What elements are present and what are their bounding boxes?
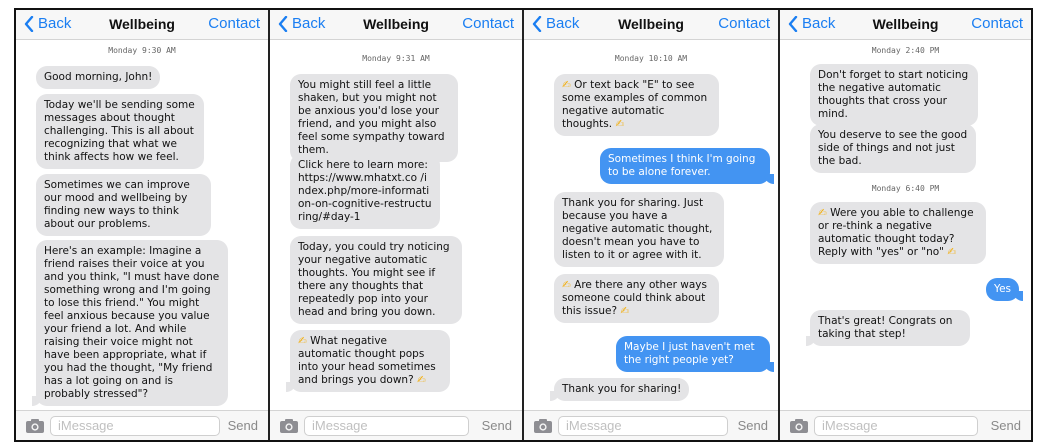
chevron-left-icon [788, 15, 798, 32]
hand-emoji-icon: ✍ [818, 207, 827, 219]
timestamp: Monday 9:30 AM [108, 46, 176, 55]
message-incoming: You might still feel a little shaken, bu… [290, 74, 458, 162]
chevron-left-icon [278, 15, 288, 32]
message-thread[interactable]: Monday 9:30 AM Good morning, John! Today… [16, 40, 268, 410]
nav-bar: Back Wellbeing Contact [780, 10, 1031, 40]
message-incoming: Click here to learn more: https://www.mh… [290, 154, 440, 229]
hand-emoji-icon: ✍ [947, 246, 957, 258]
compose-bar: iMessage Send [780, 410, 1031, 440]
message-incoming: ✍ Are there any other ways someone could… [554, 274, 719, 323]
chevron-left-icon [532, 15, 542, 32]
hand-emoji-icon: ✍ [615, 118, 625, 130]
message-text: Or text back "E" to see some examples of… [562, 79, 708, 130]
message-incoming: ✍ Were you able to challenge or re-think… [810, 202, 986, 264]
compose-bar: iMessage Send [524, 410, 778, 440]
compose-bar: iMessage Send [270, 410, 522, 440]
message-input[interactable]: iMessage [814, 416, 978, 436]
message-outgoing: Maybe I just haven't met the right peopl… [616, 336, 774, 372]
contact-button[interactable]: Contact [462, 15, 514, 32]
hand-emoji-icon: ✍ [562, 279, 571, 291]
message-text: What negative automatic thought pops int… [298, 335, 436, 386]
camera-icon[interactable] [280, 419, 298, 433]
contact-button[interactable]: Contact [208, 15, 260, 32]
contact-button[interactable]: Contact [971, 15, 1023, 32]
message-incoming: Today, you could try noticing your negat… [290, 236, 462, 324]
contact-button[interactable]: Contact [718, 15, 770, 32]
camera-icon[interactable] [534, 419, 552, 433]
message-incoming: Good morning, John! [36, 66, 161, 89]
camera-icon[interactable] [26, 419, 44, 433]
send-button[interactable]: Send [228, 418, 258, 433]
compose-bar: iMessage Send [16, 410, 268, 440]
hand-emoji-icon: ✍ [620, 305, 630, 317]
message-text: Are there any other ways someone could t… [562, 279, 707, 317]
timestamp: Monday 6:40 PM [871, 184, 940, 193]
back-button[interactable]: Back [788, 15, 835, 32]
timestamp: Monday 9:31 AM [362, 54, 430, 63]
message-incoming: ✍ Or text back "E" to see some examples … [554, 74, 719, 136]
chat-screen-2: Back Wellbeing Contact Monday 9:31 AM Yo… [270, 10, 522, 440]
back-button[interactable]: Back [278, 15, 325, 32]
back-button[interactable]: Back [532, 15, 579, 32]
message-thread[interactable]: Monday 2:40 PM Don't forget to start not… [780, 40, 1031, 410]
chevron-left-icon [24, 15, 34, 32]
message-incoming: ✍ What negative automatic thought pops i… [286, 330, 450, 392]
message-incoming: Thank you for sharing. Just because you … [554, 192, 724, 267]
send-button[interactable]: Send [482, 418, 512, 433]
message-thread[interactable]: Monday 10:10 AM ✍ Or text back "E" to se… [524, 40, 778, 410]
message-input[interactable]: iMessage [558, 416, 728, 436]
camera-icon[interactable] [790, 419, 808, 433]
send-button[interactable]: Send [738, 418, 768, 433]
message-incoming: Don't forget to start noticing the negat… [810, 64, 978, 126]
back-button[interactable]: Back [24, 15, 71, 32]
message-incoming: Thank you for sharing! [549, 378, 690, 401]
chat-screen-4: Back Wellbeing Contact Monday 2:40 PM Do… [780, 10, 1031, 440]
back-label: Back [546, 15, 580, 32]
back-label: Back [292, 15, 326, 32]
message-outgoing: Yes [986, 278, 1023, 301]
chat-screen-1: Back Wellbeing Contact Monday 9:30 AM Go… [16, 10, 268, 440]
message-incoming: Here's an example: Imagine a friend rais… [32, 240, 228, 406]
back-label: Back [38, 15, 72, 32]
message-input[interactable]: iMessage [50, 416, 220, 436]
send-button[interactable]: Send [991, 418, 1021, 433]
message-outgoing: Sometimes I think I'm going to be alone … [600, 148, 774, 184]
message-incoming: Today we'll be sending some messages abo… [36, 94, 204, 169]
back-label: Back [802, 15, 836, 32]
message-thread[interactable]: Monday 9:31 AM You might still feel a li… [270, 40, 522, 410]
message-incoming: Sometimes we can improve our mood and we… [36, 174, 211, 236]
chat-screen-3: Back Wellbeing Contact Monday 10:10 AM ✍… [524, 10, 778, 440]
nav-bar: Back Wellbeing Contact [270, 10, 522, 40]
message-incoming: You deserve to see the good side of thin… [810, 124, 976, 173]
message-input[interactable]: iMessage [304, 416, 469, 436]
hand-emoji-icon: ✍ [562, 79, 571, 91]
timestamp: Monday 10:10 AM [614, 54, 688, 63]
timestamp: Monday 2:40 PM [871, 46, 940, 55]
hand-emoji-icon: ✍ [298, 335, 307, 347]
screenshot-collage: Back Wellbeing Contact Monday 9:30 AM Go… [14, 8, 1033, 442]
hand-emoji-icon: ✍ [417, 374, 426, 386]
message-incoming: That's great! Congrats on taking that st… [806, 310, 970, 346]
nav-bar: Back Wellbeing Contact [16, 10, 268, 40]
nav-bar: Back Wellbeing Contact [524, 10, 778, 40]
